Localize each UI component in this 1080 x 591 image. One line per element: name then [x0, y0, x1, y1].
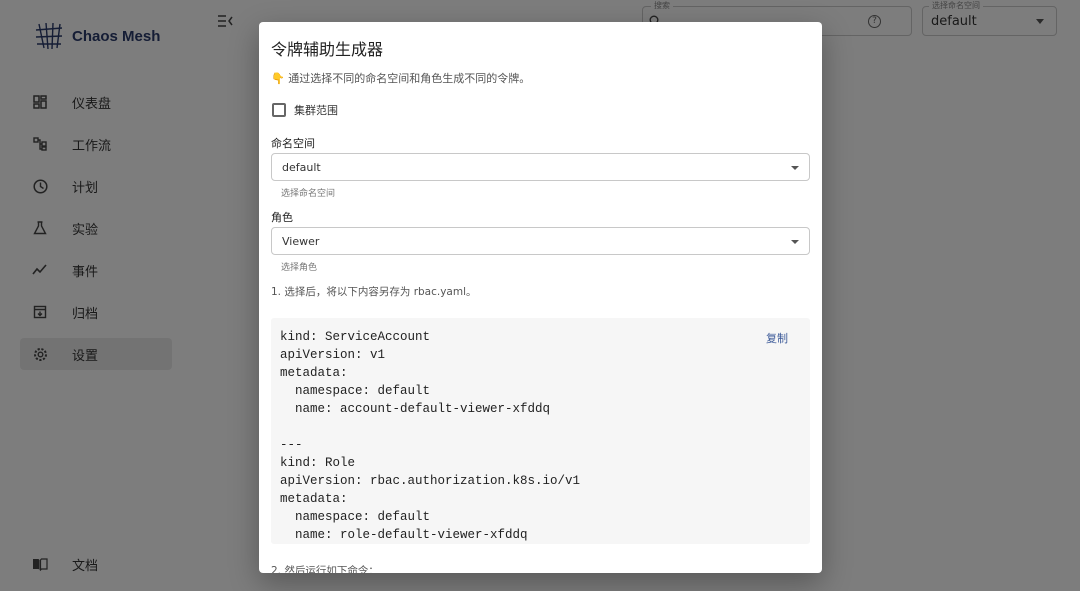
chevron-down-icon [791, 240, 799, 244]
rbac-yaml-code-block[interactable]: kind: ServiceAccount apiVersion: v1 meta… [271, 318, 810, 544]
step-1-text: 1. 选择后，将以下内容另存为 rbac.yaml。 [271, 286, 477, 298]
chevron-down-icon [791, 166, 799, 170]
namespace-field-label: 命名空间 [271, 137, 315, 150]
cluster-scope-checkbox[interactable] [272, 103, 286, 117]
role-field-label: 角色 [271, 211, 293, 224]
rbac-yaml-code: kind: ServiceAccount apiVersion: v1 meta… [280, 330, 581, 542]
role-dropdown-value: Viewer [282, 235, 320, 248]
namespace-dropdown[interactable]: default [271, 153, 810, 181]
namespace-helper-text: 选择命名空间 [281, 189, 336, 199]
role-dropdown[interactable]: Viewer [271, 227, 810, 255]
role-helper-text: 选择角色 [281, 263, 318, 273]
copy-button[interactable]: 复制 [766, 330, 788, 346]
cluster-scope-label: 集群范围 [294, 104, 338, 117]
step-2-text: 2. 然后运行如下命令： [271, 565, 379, 573]
dialog-title: 令牌辅助生成器 [271, 40, 384, 59]
namespace-dropdown-value: default [282, 161, 321, 174]
cluster-scope-checkbox-row[interactable]: 集群范围 [272, 102, 338, 118]
dialog-description: 👇 通过选择不同的命名空间和角色生成不同的令牌。 [271, 72, 531, 85]
token-generator-dialog: 令牌辅助生成器 👇 通过选择不同的命名空间和角色生成不同的令牌。 集群范围 命名… [259, 22, 822, 573]
